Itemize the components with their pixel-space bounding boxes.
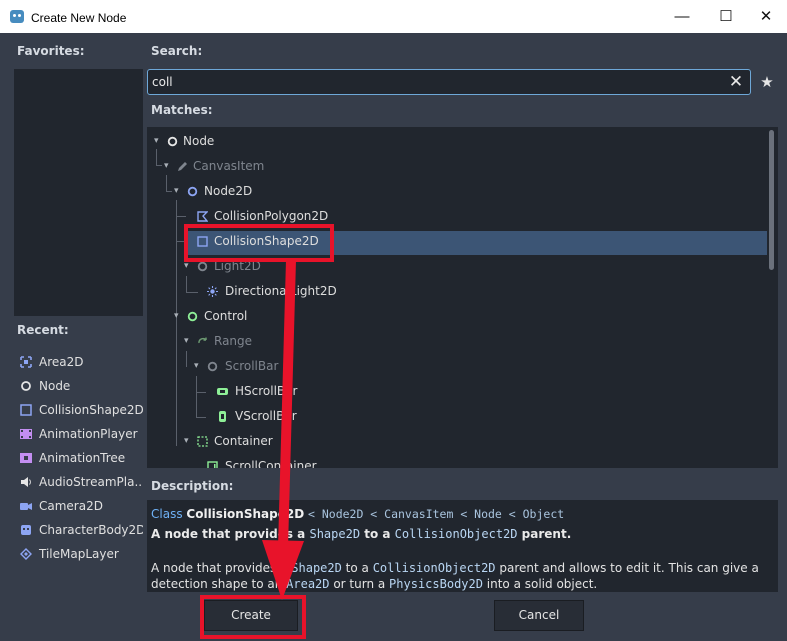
annotation-arrow-icon <box>262 259 304 600</box>
